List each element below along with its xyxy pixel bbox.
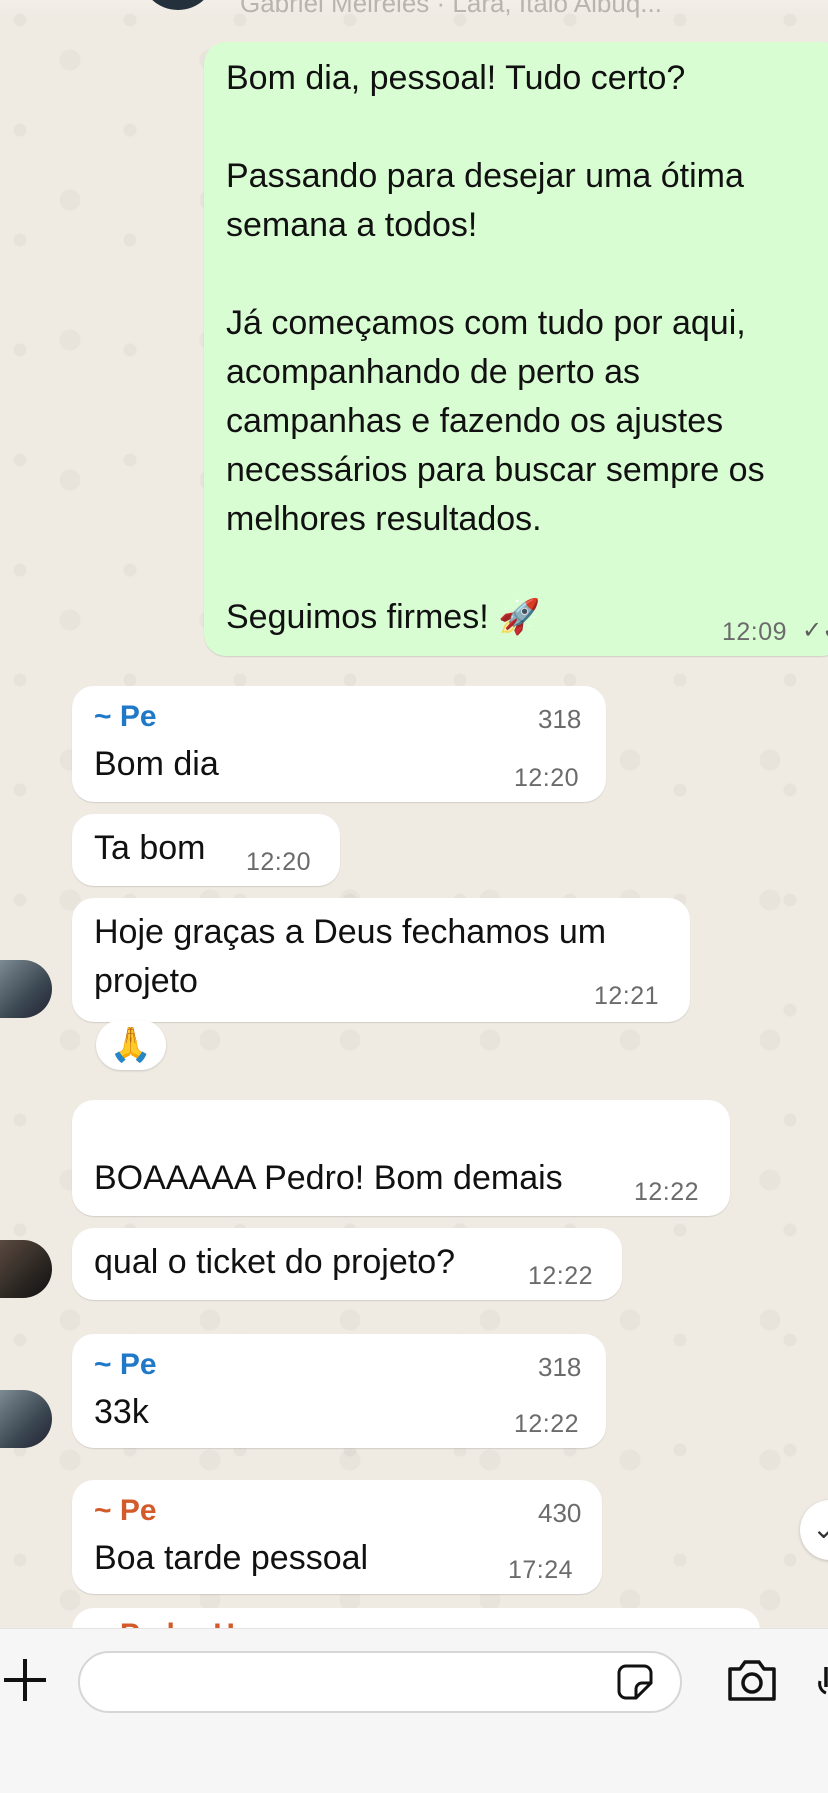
message-text: Boa tarde pessoal: [94, 1539, 369, 1577]
message-input[interactable]: [78, 1651, 682, 1713]
sender-phone-fragment: 430: [538, 1498, 582, 1528]
message-time: 12:20: [514, 764, 580, 792]
message-time: 12:22: [634, 1178, 700, 1206]
message-text: qual o ticket do projeto?: [94, 1243, 456, 1281]
message-text: 33k: [94, 1393, 149, 1431]
sender-name[interactable]: ~ Pe: [94, 1348, 157, 1382]
chevron-down-icon: ⌄: [812, 1513, 828, 1544]
camera-icon[interactable]: [726, 1657, 778, 1703]
message-time: 12:20: [246, 848, 312, 876]
message-time: 12:09: [722, 618, 788, 646]
message-bubble-incoming[interactable]: Hoje graças a Deus fechamos um projeto 1…: [72, 898, 690, 1022]
message-text: Hoje graças a Deus fechamos um projeto: [94, 913, 607, 1000]
message-time: 12:21: [594, 982, 660, 1010]
message-time: 17:24: [508, 1556, 574, 1584]
message-bubble-outgoing[interactable]: Bom dia, pessoal! Tudo certo? Passando p…: [204, 42, 828, 656]
message-text: Ta bom: [94, 829, 206, 867]
message-text: BOAAAAA Pedro! Bom demais: [94, 1159, 563, 1197]
plus-icon[interactable]: [0, 1655, 50, 1705]
sender-name[interactable]: ~ Pe: [94, 700, 157, 734]
message-bubble-incoming[interactable]: ~ Pe 318 Bom dia 12:20: [72, 686, 606, 802]
reaction-badge[interactable]: 🙏: [96, 1020, 166, 1070]
sender-phone-fragment: 318: [538, 704, 582, 734]
message-text: Bom dia: [94, 745, 219, 783]
sender-phone-fragment: 318: [538, 1352, 582, 1382]
message-time: 12:22: [528, 1262, 594, 1290]
mic-icon[interactable]: [818, 1663, 828, 1703]
message-bubble-incoming[interactable]: BOAAAAA Pedro! Bom demais 12:22: [72, 1100, 730, 1216]
read-receipt-icon: ✓✓: [802, 617, 828, 644]
message-bubble-incoming[interactable]: Ta bom 12:20: [72, 814, 340, 886]
header-partial-text: Gabriel Meireles · Lara, Italo Albuq...: [240, 0, 662, 18]
sticker-icon[interactable]: [616, 1663, 654, 1701]
composer-bar: [0, 1628, 828, 1793]
message-time: 12:22: [514, 1410, 580, 1438]
sender-name[interactable]: ~ Pe: [94, 1494, 157, 1528]
message-bubble-incoming[interactable]: qual o ticket do projeto? 12:22: [72, 1228, 622, 1300]
message-bubble-incoming[interactable]: ~ Pe 430 Boa tarde pessoal 17:24: [72, 1480, 602, 1594]
message-text: Bom dia, pessoal! Tudo certo? Passando p…: [226, 59, 765, 636]
message-bubble-incoming[interactable]: ~ Pe 318 33k 12:22: [72, 1334, 606, 1448]
